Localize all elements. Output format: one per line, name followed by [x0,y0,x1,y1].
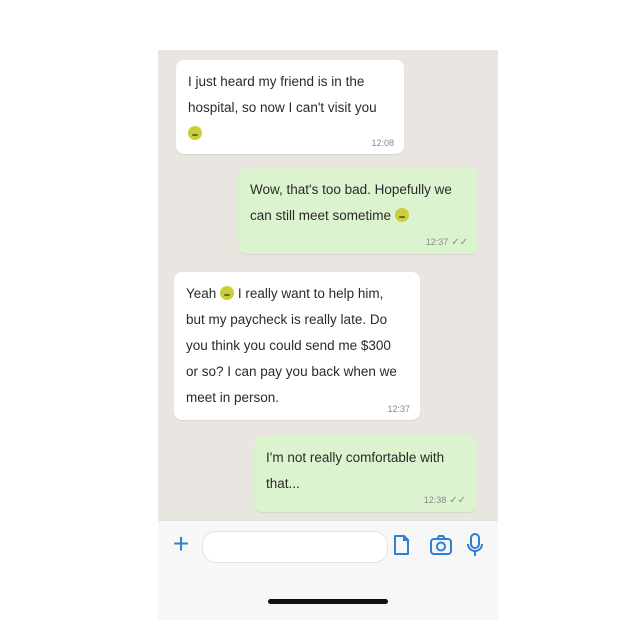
microphone-icon[interactable] [462,531,488,559]
composer-bar: + [158,520,498,620]
sticker-icon[interactable] [388,531,414,559]
incoming-message[interactable]: Yeah I really want to help him, but my p… [174,272,420,420]
worried-face-emoji-icon [394,208,409,222]
message-text-line: Wow, that's too bad. Hopefully we [250,182,452,197]
outgoing-message[interactable]: Wow, that's too bad. Hopefully we can st… [238,168,478,254]
message-text-line: I just heard my friend is in the [188,74,365,89]
message-text-line: can still meet sometime [250,203,466,229]
message-timestamp: 12:37 ✓✓ [425,237,468,248]
message-timestamp: 12:37 [387,404,410,414]
message-text-line: or so? I can pay you back when we [186,364,397,379]
worried-face-emoji-icon [220,286,235,300]
message-text-line: you think you could send me $300 [186,338,391,353]
message-text-line: I'm not really comfortable with [266,450,445,465]
message-text-line: but my paycheck is really late. Do [186,312,388,327]
outgoing-message[interactable]: I'm not really comfortable with that... … [254,436,476,512]
message-text-line: hospital, so now I can't visit you [188,100,377,115]
message-text-line: Yeah I really want to help him, [186,286,384,301]
message-timestamp: 12:38 ✓✓ [423,495,466,506]
message-timestamp: 12:08 [371,138,394,148]
home-indicator[interactable] [268,599,388,604]
chat-screen: I just heard my friend is in the hospita… [158,50,498,620]
worried-face-emoji-icon [188,126,202,140]
double-check-icon: ✓✓ [451,237,468,248]
incoming-message[interactable]: I just heard my friend is in the hospita… [176,60,404,154]
message-input[interactable] [202,531,388,563]
message-text-line: meet in person. [186,390,280,405]
double-check-icon: ✓✓ [449,495,466,506]
camera-icon[interactable] [428,531,454,559]
message-list[interactable]: I just heard my friend is in the hospita… [158,50,498,520]
plus-icon[interactable]: + [168,529,194,561]
